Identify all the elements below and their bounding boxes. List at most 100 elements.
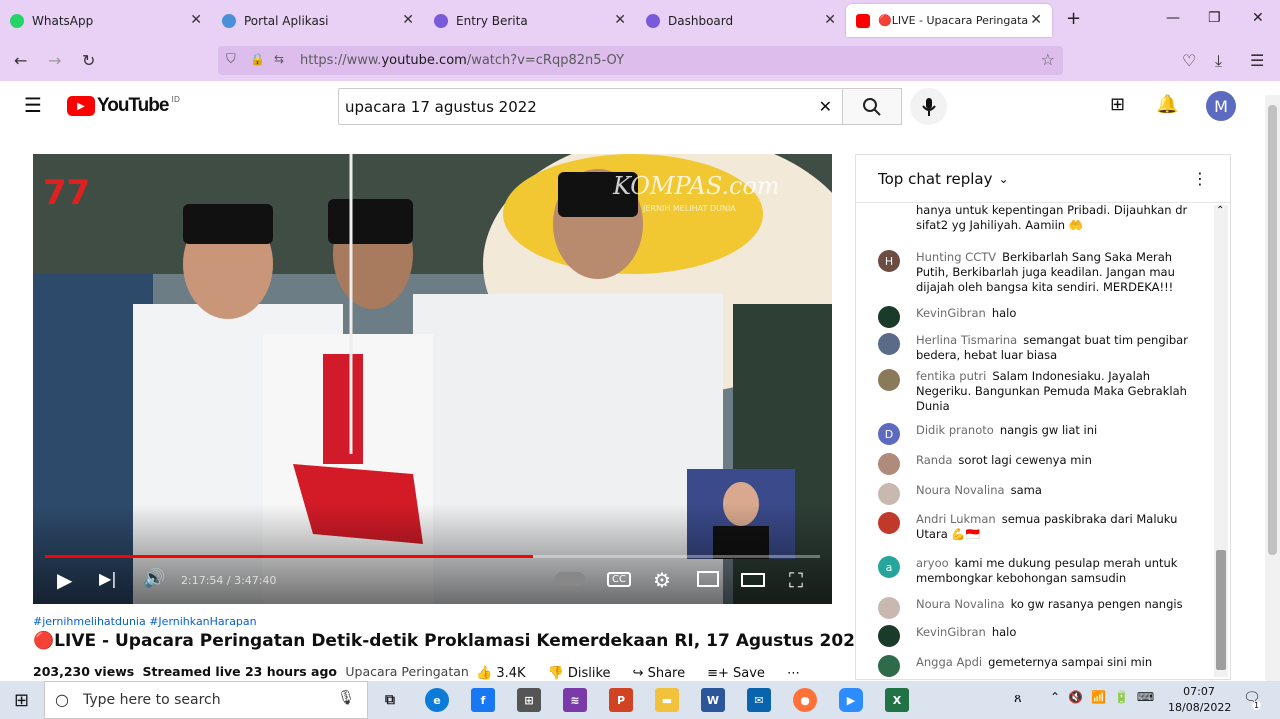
bookmark-star-icon[interactable]: ☆ (1041, 50, 1055, 69)
save-button[interactable]: ≡+ Save (707, 666, 765, 681)
avatar[interactable] (878, 306, 900, 328)
chat-author[interactable]: Didik pranoto (916, 423, 994, 437)
video-hashtags[interactable]: #jernihmelihatdunia #JernihkanHarapan (33, 615, 257, 628)
pocket-icon[interactable]: ♡ (1182, 51, 1196, 70)
zoom-icon[interactable]: ▶ (839, 688, 863, 712)
avatar[interactable]: M (1206, 91, 1236, 121)
more-actions-icon[interactable]: ⋯ (787, 666, 800, 681)
like-button[interactable]: 👍 3.4K (476, 666, 526, 681)
chat-author[interactable]: Noura Novalina (916, 483, 1005, 497)
progress-bar[interactable] (45, 555, 820, 558)
maximize-icon[interactable]: ❐ (1208, 10, 1221, 26)
chat-author[interactable]: KevinGibran (916, 306, 986, 320)
word-icon[interactable]: W (701, 688, 725, 712)
avatar[interactable] (878, 655, 900, 677)
people-icon[interactable]: ጸ (1014, 691, 1022, 706)
address-bar[interactable]: ⛉ 🔒 ⇆ https://www. youtube.com/watch?v=cR… (218, 46, 1063, 75)
voice-search-button[interactable] (910, 88, 947, 125)
store-icon[interactable]: ⊞ (517, 688, 541, 712)
new-tab-icon[interactable]: + (1066, 8, 1081, 29)
avatar[interactable] (878, 625, 900, 647)
hamburger-icon[interactable]: ☰ (24, 93, 42, 117)
chat-author[interactable]: fentika putri (916, 369, 986, 383)
clear-search-icon[interactable]: ✕ (819, 97, 832, 116)
next-icon[interactable]: ▶| (99, 569, 117, 588)
facebook-icon[interactable]: f (471, 688, 495, 712)
app-icon[interactable]: ≋ (563, 688, 587, 712)
notifications-bell-icon[interactable]: 🔔 (1156, 94, 1178, 115)
task-view-icon[interactable]: ⧉ (378, 688, 402, 712)
avatar[interactable]: a (878, 556, 900, 578)
downloads-icon[interactable]: ⤓ (1215, 51, 1222, 71)
powerpoint-icon[interactable]: P (609, 688, 633, 712)
chat-author[interactable]: aryoo (916, 556, 949, 570)
excel-icon[interactable]: X (885, 688, 909, 712)
settings-gear-icon[interactable]: ⚙ (653, 568, 671, 592)
microphone-icon[interactable]: 🎙 (337, 690, 355, 706)
chat-author[interactable]: Randa (916, 453, 952, 467)
chat-mode-selector[interactable]: Top chat replay (878, 170, 993, 188)
minimize-icon[interactable]: — (1166, 10, 1180, 26)
avatar[interactable] (878, 597, 900, 619)
avatar[interactable] (878, 453, 900, 475)
close-tab-icon[interactable]: ✕ (824, 12, 836, 28)
mail-icon[interactable]: ✉ (747, 688, 771, 712)
back-icon[interactable]: ← (14, 51, 27, 70)
page-scrollbar[interactable] (1265, 95, 1280, 681)
firefox-icon[interactable]: ● (793, 688, 817, 712)
reload-icon[interactable]: ↻ (82, 51, 95, 70)
chat-author[interactable]: KevinGibran (916, 625, 986, 639)
search-input[interactable]: upacara 17 agustus 2022 ✕ (338, 88, 843, 125)
chat-scrollbar[interactable]: ⌃ (1214, 205, 1228, 677)
page-scrollbar-thumb[interactable] (1268, 105, 1277, 555)
play-icon[interactable]: ▶ (57, 568, 72, 592)
search-button[interactable] (842, 88, 902, 125)
tab-youtube-live[interactable]: 🔴LIVE - Upacara Peringatan De ✕ (846, 4, 1052, 37)
fullscreen-icon[interactable]: ⛶ (789, 568, 803, 592)
autoplay-toggle[interactable] (555, 572, 585, 586)
avatar[interactable] (878, 512, 900, 534)
volume-icon[interactable]: 🔊 (143, 568, 165, 589)
chat-author[interactable]: Hunting CCTV (916, 250, 996, 264)
chat-author[interactable]: Noura Novalina (916, 597, 1005, 611)
scroll-up-icon[interactable]: ⌃ (1216, 205, 1224, 216)
clock[interactable]: 07:07 18/08/2022 (1168, 684, 1231, 716)
avatar[interactable]: H (878, 250, 900, 272)
file-explorer-icon[interactable]: ▬ (655, 688, 679, 712)
chat-author[interactable]: Herlina Tismarina (916, 333, 1017, 347)
avatar[interactable] (878, 333, 900, 355)
avatar[interactable]: D (878, 423, 900, 445)
close-tab-icon[interactable]: ✕ (1030, 12, 1042, 28)
tab-entry-berita[interactable]: Entry Berita ✕ (424, 4, 636, 37)
avatar[interactable] (878, 483, 900, 505)
permissions-icon[interactable]: ⇆ (274, 52, 284, 66)
tab-dashboard[interactable]: Dashboard ✕ (636, 4, 846, 37)
avatar[interactable] (878, 369, 900, 391)
close-window-icon[interactable]: ✕ (1252, 10, 1264, 26)
youtube-logo[interactable]: ▶ YouTube ID (67, 95, 180, 117)
menu-icon[interactable]: ☰ (1250, 51, 1264, 70)
taskbar-search-input[interactable]: ○ Type here to search 🎙 (44, 681, 368, 719)
more-options-icon[interactable]: ⋮ (1192, 169, 1208, 188)
system-tray-icons[interactable]: ⌃🔇📶🔋⌨ (1050, 690, 1162, 704)
create-video-icon[interactable]: ⊞ (1110, 94, 1125, 115)
scrollbar-thumb[interactable] (1216, 550, 1226, 670)
dislike-button[interactable]: 👎 Dislike (548, 666, 611, 681)
share-button[interactable]: ↪ Share (633, 666, 686, 681)
forward-icon[interactable]: → (48, 51, 61, 70)
windows-start-icon[interactable]: ⊞ (14, 690, 29, 711)
chevron-down-icon[interactable]: ⌄ (999, 172, 1009, 186)
miniplayer-icon[interactable] (697, 571, 719, 587)
chat-author[interactable]: Andri Lukman (916, 512, 996, 526)
shield-icon[interactable]: ⛉ (226, 52, 236, 67)
subtitles-icon[interactable]: CC (607, 572, 631, 587)
edge-icon[interactable]: e (425, 688, 449, 712)
video-player[interactable]: 77 KOMPAS.com JERNIH MELIHAT DUNIA ▶ ▶| … (33, 154, 832, 604)
close-tab-icon[interactable]: ✕ (190, 12, 202, 28)
chat-author[interactable]: Angga Apdi (916, 655, 982, 669)
close-tab-icon[interactable]: ✕ (614, 12, 626, 28)
close-tab-icon[interactable]: ✕ (402, 12, 414, 28)
tab-portal-aplikasi[interactable]: Portal Aplikasi ✕ (212, 4, 424, 37)
theater-mode-icon[interactable] (741, 573, 765, 587)
lock-icon[interactable]: 🔒 (250, 52, 265, 66)
